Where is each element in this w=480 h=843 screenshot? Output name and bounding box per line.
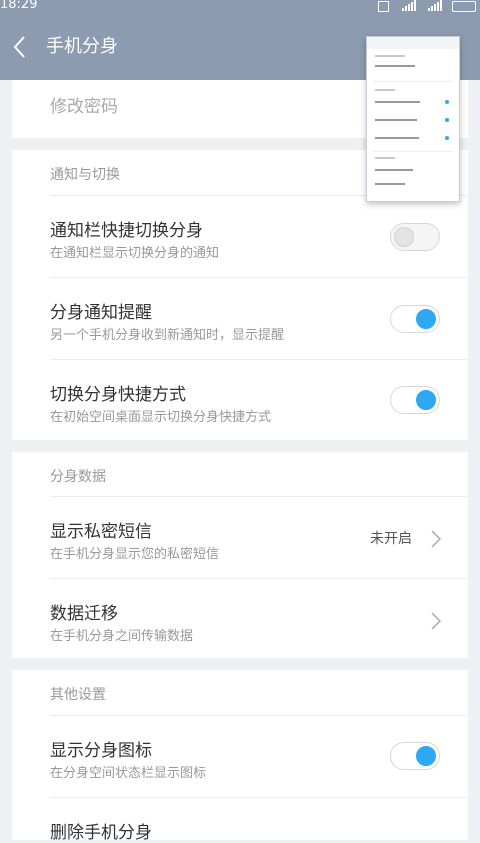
item-subtitle: 在通知栏显示切换分身的通知: [50, 246, 220, 261]
preview-divider: [373, 81, 453, 82]
preview-toggle-dot: [445, 118, 449, 122]
notification-quick-switch-item[interactable]: 通知栏快捷切换分身 在通知栏显示切换分身的通知: [12, 196, 468, 277]
item-title: 显示私密短信: [50, 522, 152, 542]
preview-line: [375, 65, 415, 67]
section-title-notify: 通知与切换: [50, 167, 120, 183]
item-title: 切换分身快捷方式: [50, 385, 186, 405]
clone-status-icon: [378, 1, 389, 12]
data-section: 分身数据 显示私密短信 在手机分身显示您的私密短信 未开启 数据迁移 在手机分身…: [12, 452, 468, 658]
signal-icon-2: [428, 0, 442, 11]
preview-header: [367, 37, 459, 49]
data-migration-item[interactable]: 数据迁移 在手机分身之间传输数据: [12, 579, 468, 658]
switch-shortcut-item[interactable]: 切换分身快捷方式 在初始空间桌面显示切换分身快捷方式: [12, 360, 468, 440]
item-title: 通知栏快捷切换分身: [50, 221, 203, 241]
clone-notification-reminder-item[interactable]: 分身通知提醒 另一个手机分身收到新通知时，显示提醒: [12, 278, 468, 359]
toggle-knob: [394, 227, 414, 247]
item-title: 显示分身图标: [50, 741, 152, 761]
toggle-knob: [416, 390, 436, 410]
preview-line: [375, 119, 417, 121]
preview-line: [375, 101, 420, 103]
item-title: 删除手机分身: [50, 823, 152, 843]
item-title: 数据迁移: [50, 604, 118, 624]
preview-line: [375, 55, 405, 57]
item-title: 分身通知提醒: [50, 303, 152, 323]
toggle-knob: [416, 309, 436, 329]
chevron-right-icon: [431, 530, 442, 548]
page-title: 手机分身: [46, 36, 118, 57]
toggle-knob: [416, 746, 436, 766]
screenshot-preview-thumbnail[interactable]: [366, 36, 460, 202]
show-clone-icon-item[interactable]: 显示分身图标 在分身空间状态栏显示图标: [12, 716, 468, 797]
item-subtitle: 另一个手机分身收到新通知时，显示提醒: [50, 328, 285, 343]
preview-line: [375, 183, 405, 185]
item-subtitle: 在手机分身显示您的私密短信: [50, 547, 220, 562]
preview-toggle-dot: [445, 100, 449, 104]
switch-shortcut-toggle[interactable]: [390, 386, 440, 414]
section-title-data: 分身数据: [50, 469, 106, 485]
item-subtitle: 在初始空间桌面显示切换分身快捷方式: [50, 410, 272, 425]
signal-icon: [402, 0, 416, 11]
private-sms-item[interactable]: 显示私密短信 在手机分身显示您的私密短信 未开启: [12, 497, 468, 578]
item-subtitle: 在手机分身之间传输数据: [50, 629, 194, 644]
chevron-right-icon: [431, 612, 442, 630]
private-sms-value: 未开启: [370, 531, 412, 547]
delete-clone-item[interactable]: 删除手机分身: [12, 798, 468, 843]
status-bar: 18:29: [0, 0, 480, 14]
preview-line: [375, 89, 395, 91]
item-subtitle: 在分身空间状态栏显示图标: [50, 766, 207, 781]
preview-toggle-dot: [445, 136, 449, 140]
preview-line: [375, 157, 395, 159]
chevron-left-icon[interactable]: [12, 34, 28, 60]
notification-quick-switch-toggle[interactable]: [390, 223, 440, 251]
battery-icon: [452, 1, 476, 12]
clone-notification-reminder-toggle[interactable]: [390, 305, 440, 333]
preview-line: [375, 137, 419, 139]
change-password-label: 修改密码: [50, 97, 118, 117]
other-section: 其他设置 显示分身图标 在分身空间状态栏显示图标 删除手机分身: [12, 670, 468, 843]
show-clone-icon-toggle[interactable]: [390, 742, 440, 770]
section-title-other: 其他设置: [50, 687, 106, 703]
preview-divider: [373, 151, 453, 152]
preview-line: [375, 169, 413, 171]
status-time: 18:29: [0, 0, 38, 12]
